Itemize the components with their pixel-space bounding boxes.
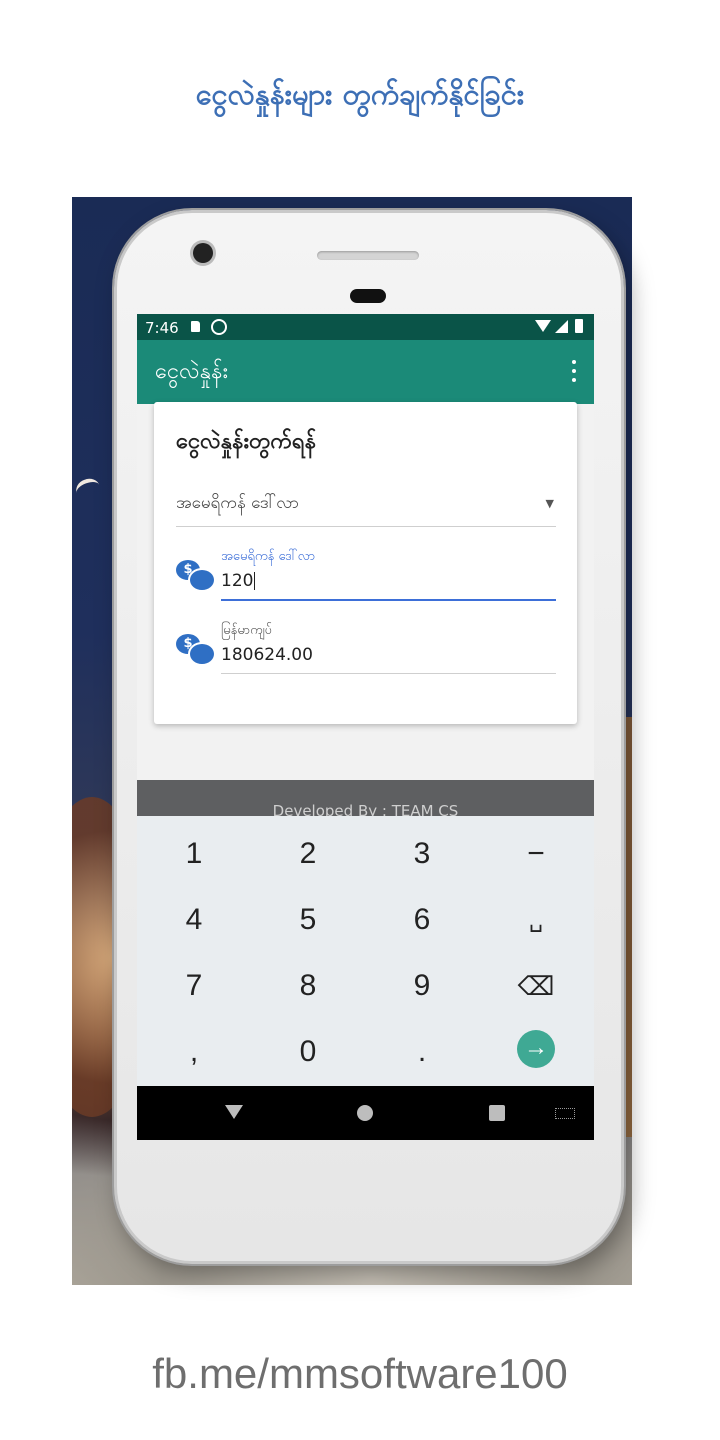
money-exchange-icon: $ (176, 560, 216, 592)
backspace-key[interactable]: ⌫ (479, 954, 593, 1018)
signal-icon (555, 320, 568, 333)
amount-input-label: အမေရိကန် ဒေါ်လာ (221, 549, 316, 564)
enter-key[interactable]: → (479, 1016, 593, 1080)
phone-screen: 7:46 ငွေလဲနှုန်း ငွေလဲနှုန်းတွက်ရန် အမေရ… (137, 314, 594, 1140)
space-key[interactable]: ␣ (479, 888, 593, 952)
calculator-card: ငွေလဲနှုန်းတွက်ရန် အမေရိကန် ဒေါ်လာ ▼ $ အ… (154, 402, 577, 724)
amount-input[interactable]: အမေရိကန် ဒေါ်လာ 120 (221, 548, 556, 601)
wifi-icon (535, 320, 551, 332)
earpiece (317, 251, 419, 260)
key-1[interactable]: 1 (137, 822, 251, 886)
key-5[interactable]: 5 (251, 888, 365, 952)
home-icon[interactable] (357, 1105, 373, 1121)
key-3[interactable]: 3 (365, 822, 479, 886)
key-0[interactable]: 0 (251, 1020, 365, 1084)
app-title: ငွေလဲနှုန်း (155, 359, 229, 384)
result-field-value: 180624.00 (221, 645, 313, 665)
footer-link[interactable]: fb.me/mmsoftware100 (0, 1350, 720, 1398)
sync-icon (211, 319, 227, 335)
key-8[interactable]: 8 (251, 954, 365, 1018)
key-9[interactable]: 9 (365, 954, 479, 1018)
result-field-label: မြန်မာကျပ် (221, 623, 272, 638)
bird-shape (73, 475, 103, 503)
money-exchange-icon: $ (176, 634, 216, 666)
app-bar: ငွေလဲနှုန်း (137, 340, 594, 404)
front-camera (193, 243, 213, 263)
battery-icon (575, 319, 583, 333)
key-7[interactable]: 7 (137, 954, 251, 1018)
proximity-sensor (350, 289, 386, 303)
currency-select-value: အမေရိကန် ဒေါ်လာ (176, 493, 300, 513)
recents-icon[interactable] (489, 1105, 505, 1121)
result-field[interactable]: မြန်မာကျပ် 180624.00 (221, 622, 556, 674)
key-minus[interactable]: − (479, 822, 593, 886)
dropdown-arrow-icon: ▼ (545, 497, 554, 510)
key-6[interactable]: 6 (365, 888, 479, 952)
key-4[interactable]: 4 (137, 888, 251, 952)
arrow-right-icon: → (517, 1030, 555, 1069)
text-cursor (254, 572, 256, 590)
sd-card-icon (191, 321, 200, 332)
keyboard-switch-icon[interactable] (555, 1108, 575, 1119)
key-comma[interactable]: , (137, 1020, 251, 1084)
status-bar: 7:46 (137, 314, 594, 340)
back-icon[interactable] (225, 1105, 243, 1119)
amount-input-value: 120 (221, 571, 254, 591)
numeric-keyboard: 1 2 3 − 4 5 6 ␣ 7 8 9 ⌫ , 0 . → (137, 816, 594, 1086)
navigation-bar (137, 1086, 594, 1140)
headline: ငွေလဲနှုန်းများ တွက်ချက်နိုင်ခြင်း (195, 77, 525, 111)
overflow-menu-icon[interactable] (572, 360, 576, 382)
key-2[interactable]: 2 (251, 822, 365, 886)
key-period[interactable]: . (365, 1020, 479, 1084)
status-time: 7:46 (145, 319, 179, 337)
developer-bar: Developed By : TEAM CS (137, 780, 594, 820)
currency-select[interactable]: အမေရိကန် ဒေါ်လာ ▼ (176, 482, 556, 527)
card-heading: ငွေလဲနှုန်းတွက်ရန် (176, 429, 317, 454)
